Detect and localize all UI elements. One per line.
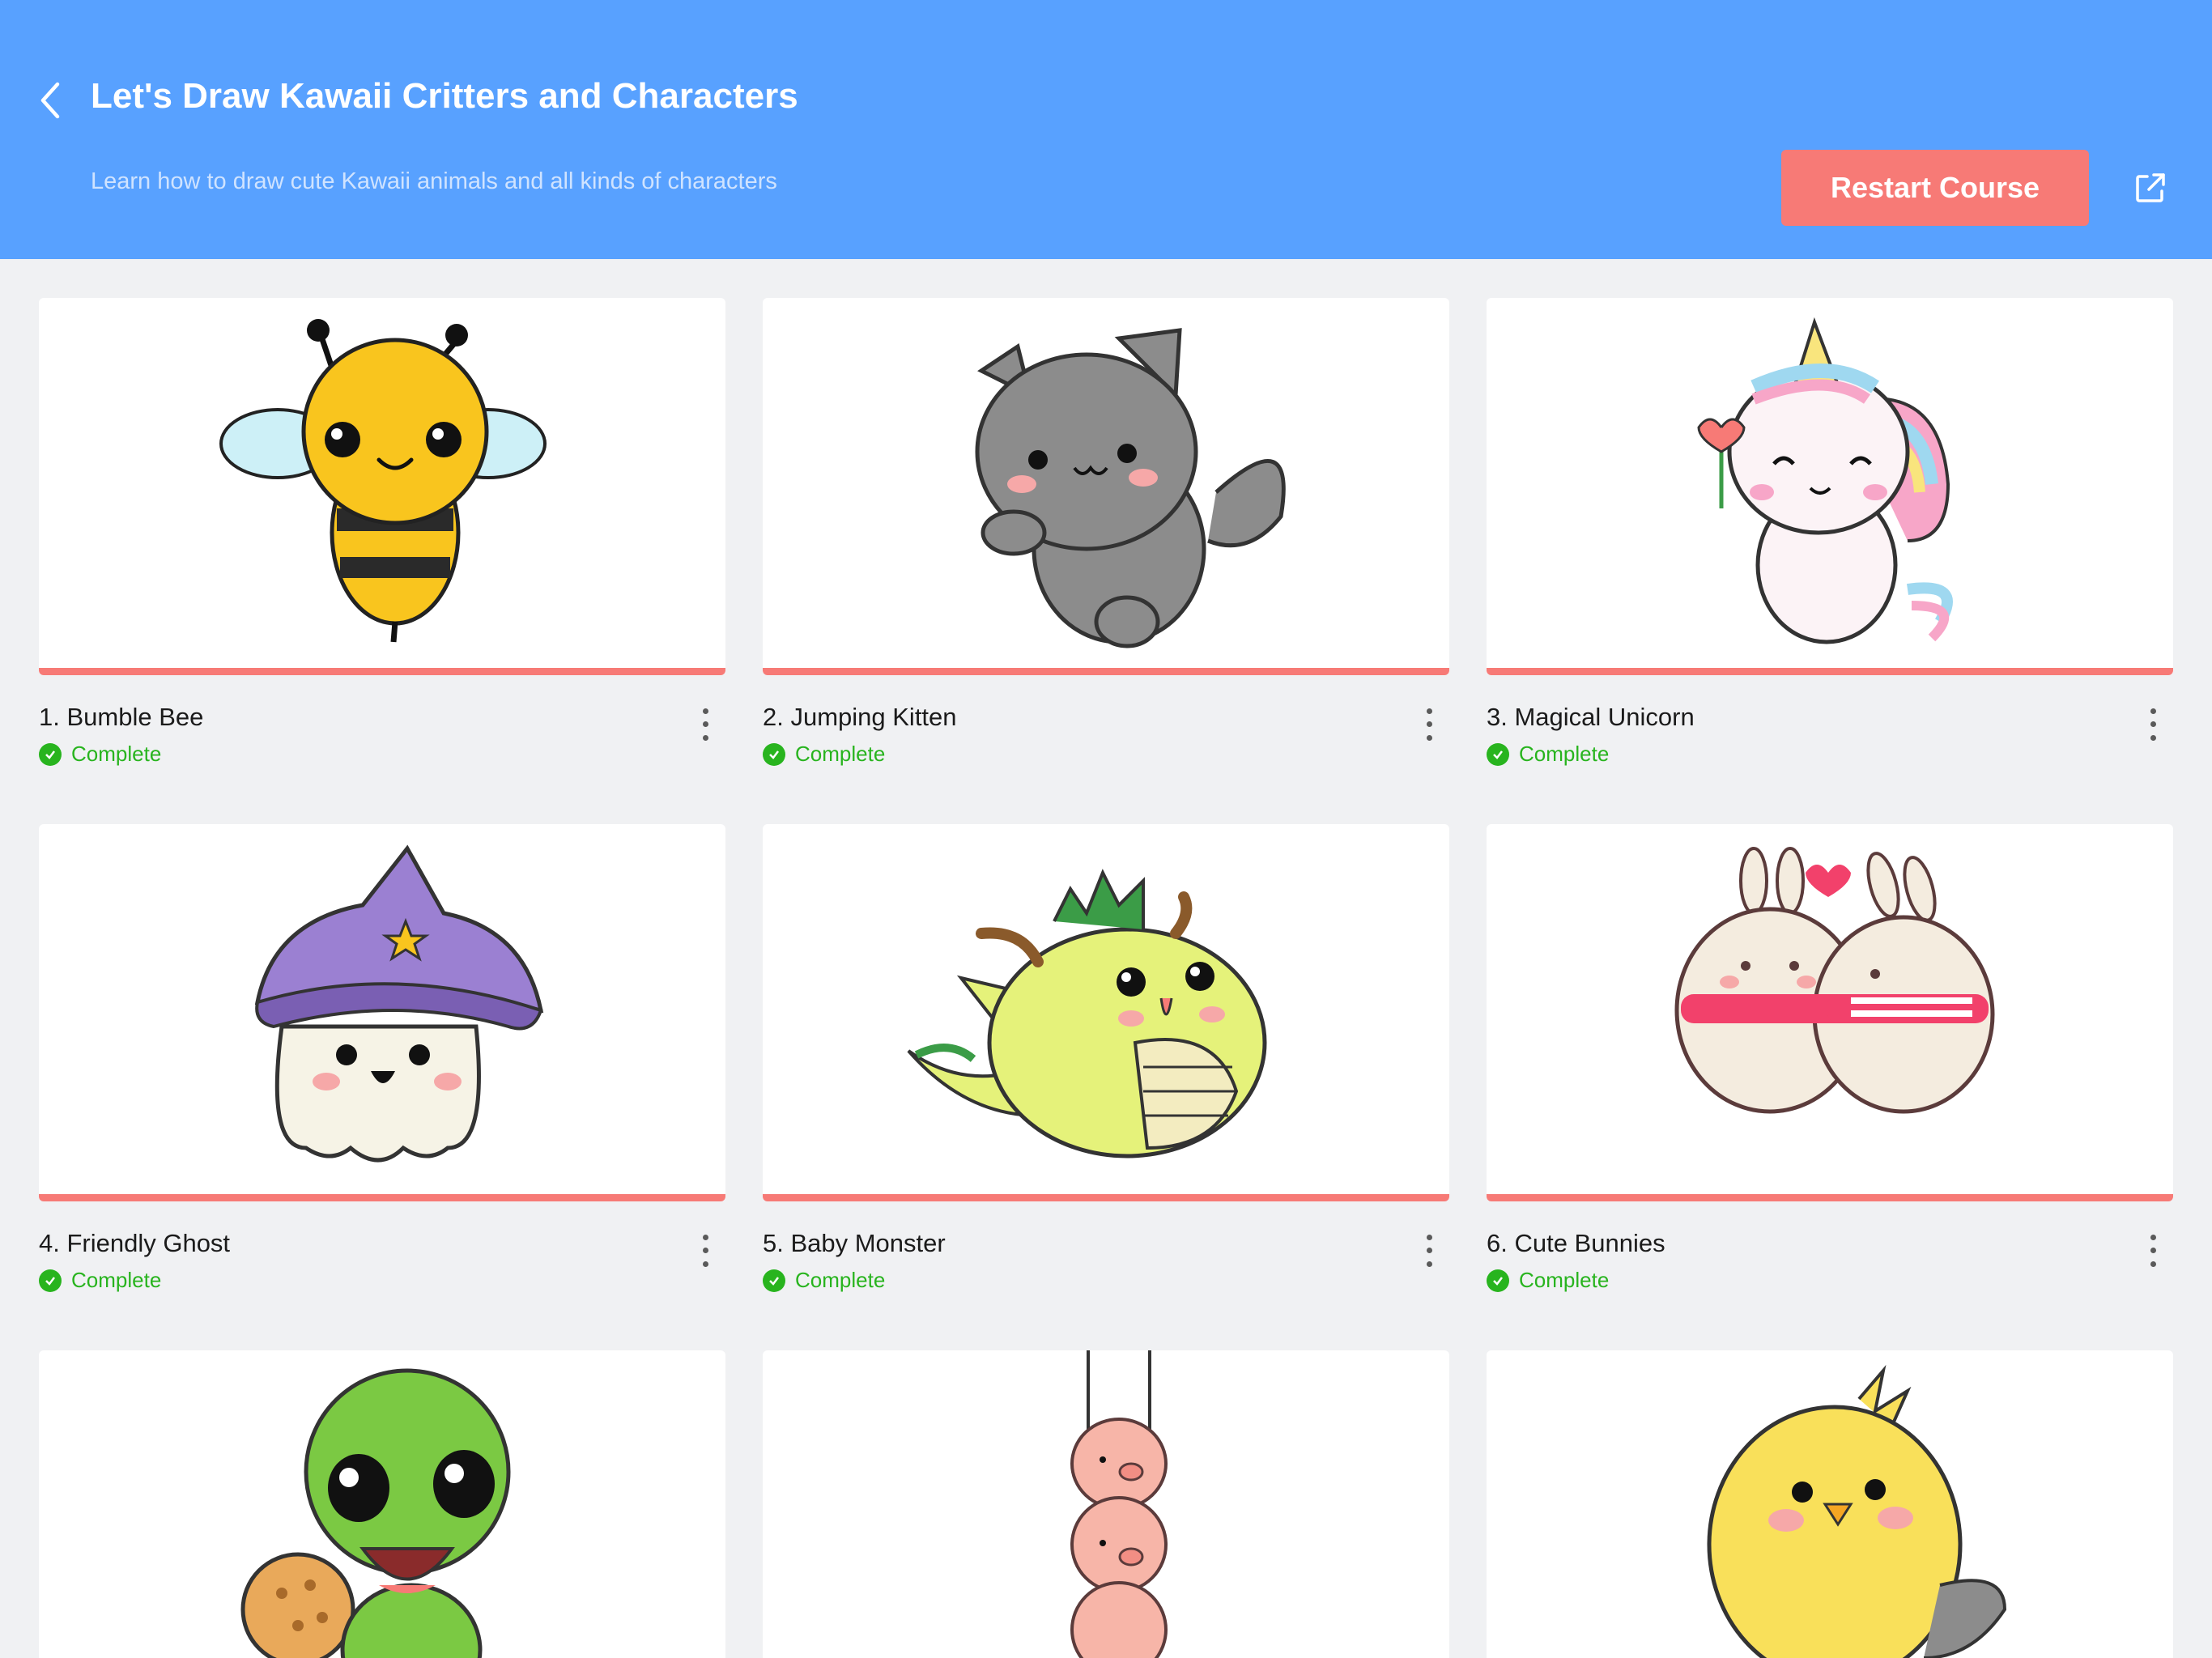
lesson-thumbnail-alien[interactable] <box>39 1350 725 1658</box>
more-options-button[interactable] <box>693 704 717 745</box>
lesson-thumbnail-piglets[interactable] <box>763 1350 1449 1658</box>
more-vertical-icon <box>1426 1234 1432 1240</box>
lesson-thumbnail-magical-unicorn[interactable] <box>1487 298 2173 673</box>
more-options-button[interactable] <box>2141 1231 2165 1271</box>
lesson-title[interactable]: 1. Bumble Bee <box>39 703 203 732</box>
status-label: Complete <box>795 742 886 766</box>
status-label: Complete <box>1519 1268 1610 1292</box>
lesson-status: Complete <box>39 742 161 767</box>
piglets-illustration <box>1070 1350 1168 1658</box>
status-label: Complete <box>71 1268 162 1292</box>
lesson-thumbnail-chick[interactable] <box>1487 1350 2173 1658</box>
check-circle-icon <box>1487 742 1509 766</box>
check-circle-icon <box>763 742 785 766</box>
more-options-button[interactable] <box>2141 704 2165 745</box>
lesson-thumbnail-baby-monster[interactable] <box>763 824 1449 1199</box>
baby-monster-illustration <box>907 869 1267 1158</box>
status-label: Complete <box>71 742 162 766</box>
check-circle-icon <box>39 742 62 766</box>
lesson-thumbnail-cute-bunnies[interactable] <box>1487 824 2173 1199</box>
more-vertical-icon <box>702 1234 708 1240</box>
check-circle-icon <box>39 1269 62 1292</box>
lesson-progress-bar <box>1487 668 2173 675</box>
restart-course-button[interactable]: Restart Course <box>1781 150 2089 226</box>
lesson-title[interactable]: 6. Cute Bunnies <box>1487 1229 1665 1258</box>
chick-illustration <box>1707 1364 2007 1658</box>
check-circle-icon <box>763 1269 785 1292</box>
magical-unicorn-illustration <box>1697 317 1953 644</box>
more-vertical-icon <box>1426 708 1432 714</box>
lesson-thumbnail-friendly-ghost[interactable] <box>39 824 725 1199</box>
lesson-status: Complete <box>1487 1268 1609 1293</box>
chevron-left-icon <box>40 82 60 119</box>
lesson-thumbnail-jumping-kitten[interactable] <box>763 298 1449 673</box>
status-label: Complete <box>795 1268 886 1292</box>
bumble-bee-illustration <box>219 319 547 643</box>
lesson-title[interactable]: 4. Friendly Ghost <box>39 1229 230 1258</box>
lesson-title[interactable]: 5. Baby Monster <box>763 1229 946 1258</box>
page-subtitle: Learn how to draw cute Kawaii animals an… <box>91 168 777 194</box>
course-header: Let's Draw Kawaii Critters and Character… <box>0 0 2212 259</box>
status-label: Complete <box>1519 742 1610 766</box>
more-vertical-icon <box>2150 1234 2156 1240</box>
more-options-button[interactable] <box>693 1231 717 1271</box>
jumping-kitten-illustration <box>975 328 1286 648</box>
lesson-status: Complete <box>763 742 885 767</box>
alien-illustration <box>240 1368 511 1658</box>
page-title: Let's Draw Kawaii Critters and Character… <box>91 76 798 116</box>
friendly-ghost-illustration <box>254 844 544 1163</box>
external-link-icon <box>2136 173 2165 202</box>
lesson-status: Complete <box>1487 742 1609 767</box>
more-options-button[interactable] <box>1417 1231 1441 1271</box>
lesson-progress-bar <box>39 668 725 675</box>
lesson-thumbnail-bumble-bee[interactable] <box>39 298 725 673</box>
lesson-status: Complete <box>763 1268 885 1293</box>
lesson-progress-bar <box>1487 1194 2173 1201</box>
more-vertical-icon <box>2150 708 2156 714</box>
share-button[interactable] <box>2133 170 2168 206</box>
cute-bunnies-illustration <box>1674 847 1995 1114</box>
more-vertical-icon <box>702 708 708 714</box>
lesson-progress-bar <box>39 1194 725 1201</box>
check-circle-icon <box>1487 1269 1509 1292</box>
lesson-status: Complete <box>39 1268 161 1293</box>
lesson-title[interactable]: 3. Magical Unicorn <box>1487 703 1695 732</box>
lesson-progress-bar <box>763 668 1449 675</box>
more-options-button[interactable] <box>1417 704 1441 745</box>
back-button[interactable] <box>31 78 70 123</box>
lesson-progress-bar <box>763 1194 1449 1201</box>
lesson-title[interactable]: 2. Jumping Kitten <box>763 703 957 732</box>
